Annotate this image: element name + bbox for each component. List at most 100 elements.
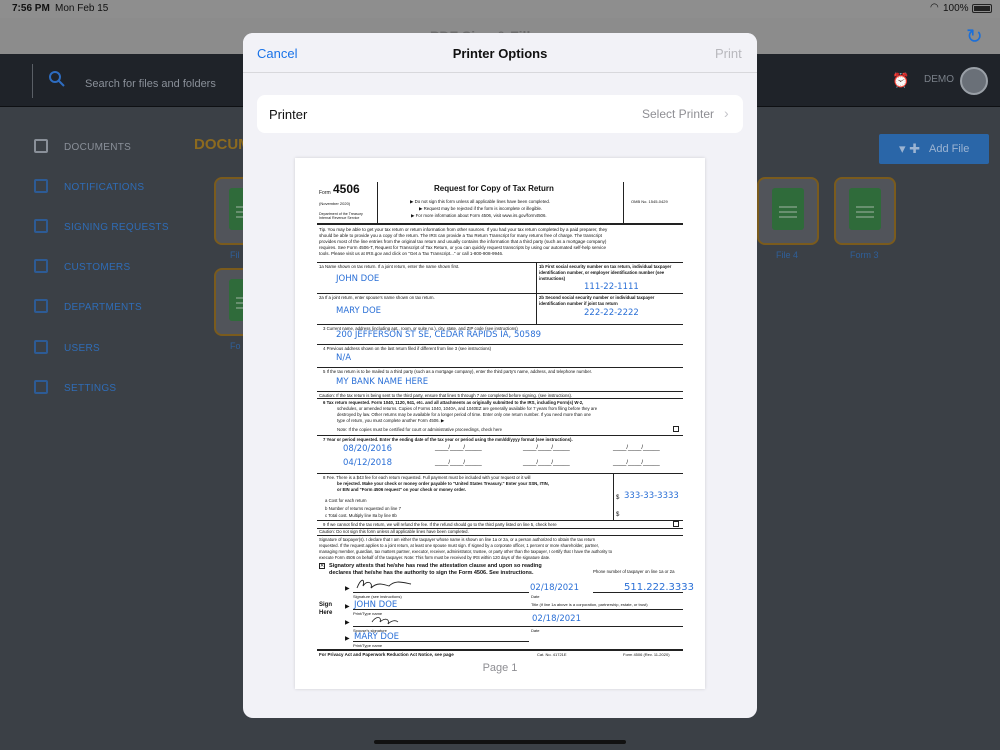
blank-date: ____/____/_____ (613, 445, 660, 451)
sidebar-item-departments[interactable]: DEPARTMENTS (0, 297, 190, 319)
sign-date-2[interactable]: 02/18/2021 (532, 614, 581, 624)
battery-icon (972, 4, 992, 13)
rule (529, 609, 683, 610)
sidebar-item-label: SIGNING REQUESTS (64, 222, 169, 233)
printer-select-row[interactable]: Printer Select Printer › (257, 95, 743, 133)
sidebar-item-label: DOCUMENTS (64, 142, 132, 153)
spouse-name[interactable]: MARY DOE (336, 306, 381, 316)
spouse-signature[interactable] (370, 614, 400, 626)
sign-date-1[interactable]: 02/18/2021 (530, 583, 579, 593)
page-preview[interactable]: Form 4506 (November 2020) Department of … (295, 158, 705, 689)
status-date: Mon Feb 15 (55, 3, 109, 14)
sidebar-item-signing-requests[interactable]: SIGNING REQUESTS (0, 217, 190, 239)
form-note: ▶ Request may be rejected if the form is… (419, 206, 543, 211)
line-2b-label: 2b Second social security number or indi… (539, 295, 655, 306)
documents-icon (34, 139, 48, 153)
search-input[interactable]: Search for files and folders (85, 78, 216, 90)
arrow-icon: ▶ (345, 636, 350, 642)
rule (317, 535, 683, 536)
current-address[interactable]: 200 JEFFERSON ST SE, CEDAR RAPIDS IA, 50… (336, 330, 541, 340)
home-indicator[interactable] (374, 740, 626, 744)
year-requested-2[interactable]: 04/12/2018 (343, 458, 392, 468)
rule (317, 520, 683, 521)
taxpayer-signature[interactable] (355, 576, 415, 592)
sidebar-item-settings[interactable]: SETTINGS (0, 378, 190, 400)
add-file-label: Add File (929, 143, 970, 155)
file-label: Fo (230, 341, 241, 351)
sidebar-item-label: CUSTOMERS (64, 262, 131, 273)
attest-text: Signatory attests that he/she has read t… (329, 563, 542, 569)
line-6-note: Note: If the copies must be certified fo… (337, 427, 503, 432)
sidebar-item-notifications[interactable]: NOTIFICATIONS (0, 177, 190, 199)
tip-line: tools. Please visit us at IRS.gov and cl… (319, 251, 504, 256)
taxpayer-name[interactable]: JOHN DOE (336, 274, 379, 284)
form-irs: Internal Revenue Service (319, 216, 360, 220)
footer-cat: Cat. No. 41721E (537, 652, 567, 657)
arrow-icon: ▶ (345, 586, 350, 592)
year-requested-1[interactable]: 08/20/2016 (343, 444, 392, 454)
rule (317, 473, 683, 474)
form-title: Request for Copy of Tax Return (434, 184, 554, 193)
attest-checkbox[interactable]: ✕ (319, 563, 325, 569)
alarm-icon[interactable]: ⏰ (892, 72, 909, 89)
status-time: 7:56 PM (12, 3, 50, 14)
cancel-button[interactable]: Cancel (257, 46, 297, 61)
refund-checkbox[interactable] (673, 521, 679, 527)
title-label: Title (if line 1a above is a corporation… (531, 602, 648, 607)
third-party-info[interactable]: MY BANK NAME HERE (336, 377, 428, 387)
sidebar-item-users[interactable]: USERS (0, 338, 190, 360)
plus-icon: ▾ ✚ (899, 141, 921, 156)
user-menu[interactable]: DEMO (924, 74, 954, 85)
line-8c: c Total cost. Multiply line 8a by line 8… (325, 513, 397, 518)
line-6-text: type of return, you must complete anothe… (337, 418, 445, 423)
signature-text: execute Form 4506 on behalf of the taxpa… (319, 555, 551, 560)
sidebar-item-label: DEPARTMENTS (64, 302, 142, 313)
file-label: Fil (230, 250, 240, 260)
blank-date: ____/____/_____ (613, 460, 660, 466)
rule (353, 641, 529, 642)
modal-header: Printer Options Cancel Print (243, 33, 757, 73)
page-number: Page 1 (482, 662, 518, 674)
refresh-icon[interactable]: ↻ (966, 24, 983, 49)
previous-address[interactable]: N/A (336, 353, 351, 363)
edit-icon (34, 219, 48, 233)
document-icon (772, 188, 804, 230)
sign-here-label: Sign Here (319, 602, 333, 616)
form-note: ▶ Do not sign this form unless all appli… (410, 199, 551, 204)
header-divider (32, 64, 33, 98)
file-tile[interactable] (757, 177, 819, 245)
printer-value: Select Printer (642, 107, 715, 121)
rule (317, 262, 683, 263)
rule (353, 609, 529, 610)
dollar-sign: $ (616, 495, 620, 501)
search-icon[interactable] (48, 70, 66, 88)
sidebar: DOCUMENTS NOTIFICATIONS SIGNING REQUESTS… (0, 107, 190, 750)
rule (317, 649, 683, 651)
print-button[interactable]: Print (715, 46, 742, 61)
file-tile[interactable] (834, 177, 896, 245)
fee-ssn[interactable]: 333-33-3333 (624, 491, 679, 501)
avatar[interactable] (960, 67, 988, 95)
date-label: Date (531, 628, 540, 633)
add-file-button[interactable]: ▾ ✚ Add File (879, 134, 989, 164)
taxpayer-ssn[interactable]: 111-22-1111 (584, 282, 639, 292)
grid-icon (34, 299, 48, 313)
spouse-ssn[interactable]: 222-22-2222 (584, 308, 639, 318)
battery-percent: 100% (943, 3, 969, 14)
form-rev: (November 2020) (319, 201, 351, 206)
gear-icon (34, 380, 48, 394)
dollar-sign: $ (616, 512, 620, 518)
rule (317, 293, 683, 294)
form-word: Form (319, 190, 331, 196)
sidebar-item-label: SETTINGS (64, 383, 117, 394)
blank-date: ____/____/_____ (523, 445, 570, 451)
sidebar-item-customers[interactable]: CUSTOMERS (0, 257, 190, 279)
rule (353, 592, 529, 593)
line-7-label: 7 Year or period requested. Enter the en… (323, 437, 573, 442)
modal-title: Printer Options (452, 46, 548, 61)
file-label: Form 3 (850, 250, 879, 260)
rule (317, 398, 683, 399)
certify-checkbox[interactable] (673, 426, 679, 432)
sidebar-item-documents[interactable]: DOCUMENTS (0, 137, 190, 159)
line-8a: a Cost for each return (325, 498, 367, 503)
